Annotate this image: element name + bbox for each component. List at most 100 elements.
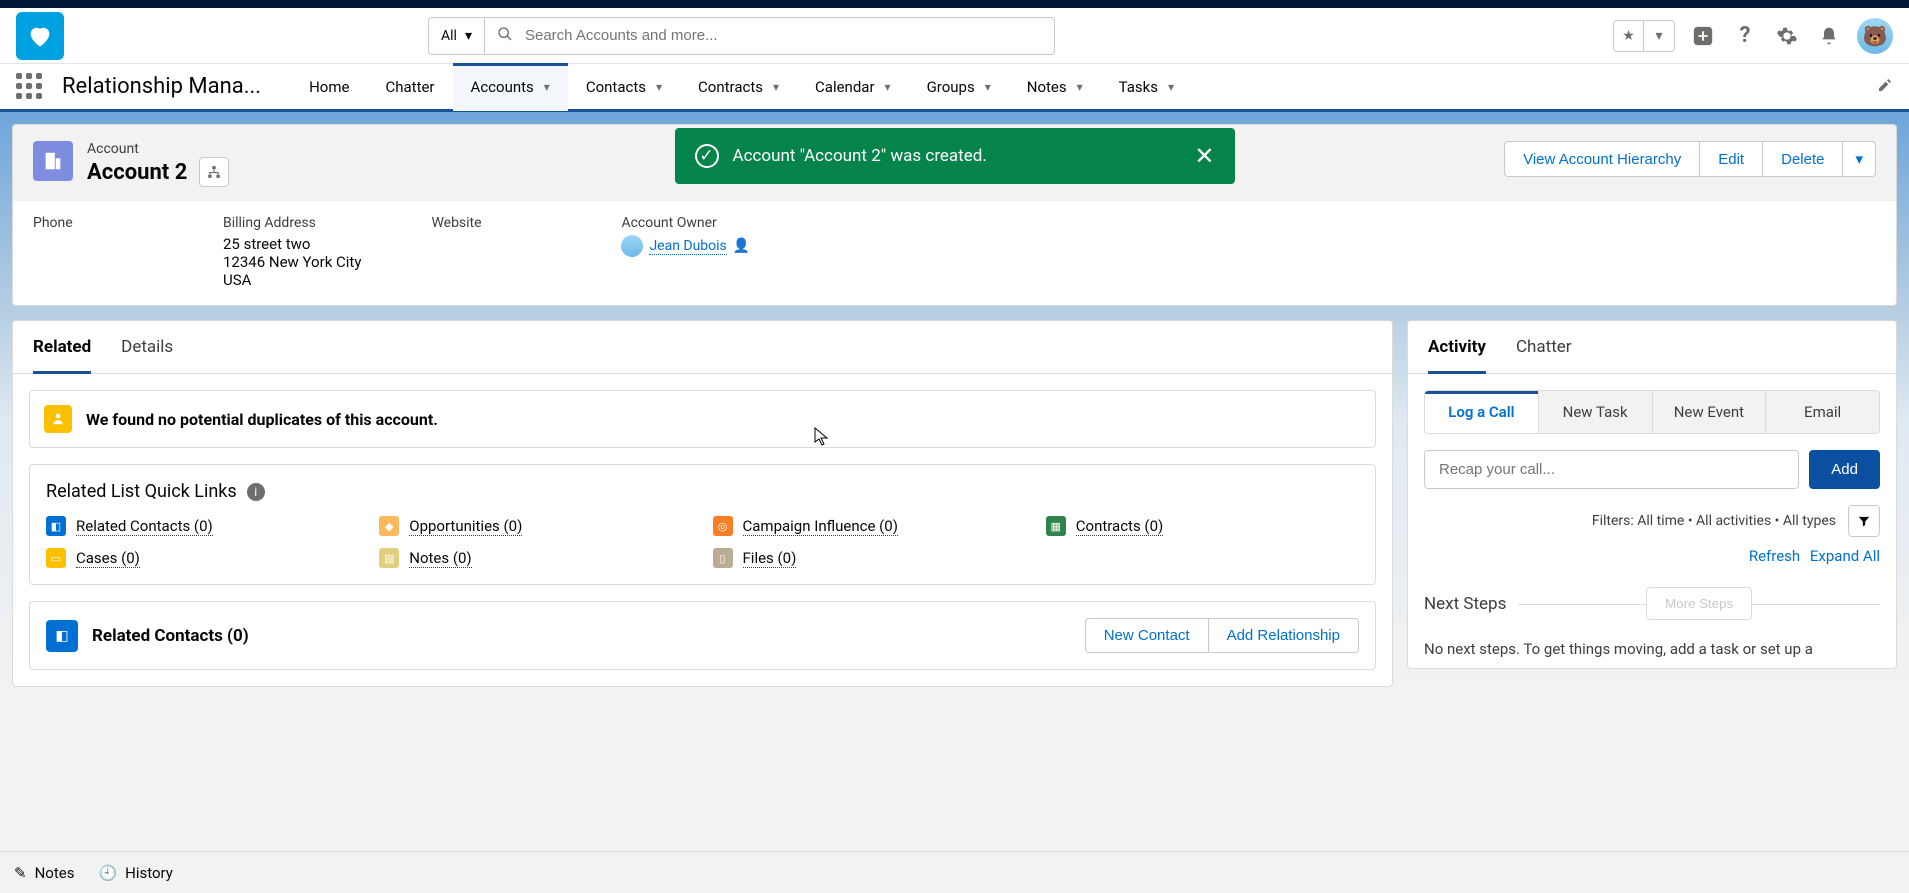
tab-chatter[interactable]: Chatter [1516, 321, 1572, 373]
main-columns: Related Details We found no potential du… [0, 306, 1909, 701]
right-column: Activity Chatter Log a Call New Task New… [1407, 320, 1897, 701]
nav-tab-accounts[interactable]: Accounts▾ [453, 63, 568, 111]
ql-notes[interactable]: ▤Notes (0) [379, 548, 692, 568]
chevron-down-icon: ▾ [773, 80, 779, 94]
nav-tab-contracts[interactable]: Contracts▾ [680, 63, 797, 111]
view-hierarchy-button[interactable]: View Account Hierarchy [1504, 141, 1700, 177]
recap-input[interactable] [1424, 450, 1799, 489]
next-steps-row: Next Steps More Steps [1408, 577, 1896, 630]
nav-tab-tasks[interactable]: Tasks▾ [1101, 63, 1192, 111]
tab-related[interactable]: Related [33, 321, 91, 373]
left-tabs: Related Details [13, 321, 1392, 374]
record-name: Account 2 [87, 160, 187, 185]
contract-icon: ▦ [1046, 516, 1066, 536]
phone-field: Phone [33, 215, 153, 289]
toast-close-button[interactable]: ✕ [1194, 142, 1214, 170]
ql-contracts[interactable]: ▦Contracts (0) [1046, 516, 1359, 536]
act-tab-new-task[interactable]: New Task [1538, 391, 1652, 433]
file-icon: ▯ [713, 548, 733, 568]
related-card: Related Details We found no potential du… [12, 320, 1393, 687]
quick-links-title: Related List Quick Links i [46, 481, 1359, 502]
activity-filter-row: Filters: All time • All activities • All… [1408, 505, 1896, 547]
history-icon: 🕘 [98, 864, 117, 882]
gear-icon[interactable] [1773, 22, 1801, 50]
footer-notes[interactable]: ✎ Notes [14, 864, 74, 882]
edit-button[interactable]: Edit [1700, 141, 1763, 177]
search-icon [497, 26, 513, 46]
owner-link[interactable]: Jean Dubois [649, 238, 726, 255]
next-steps-empty-text: No next steps. To get things moving, add… [1408, 630, 1896, 668]
heart-icon [26, 22, 54, 50]
act-tab-email[interactable]: Email [1765, 391, 1879, 433]
ql-campaign-influence[interactable]: ◎Campaign Influence (0) [713, 516, 1026, 536]
record-actions: View Account Hierarchy Edit Delete ▾ [1504, 141, 1876, 177]
search-box[interactable] [485, 17, 1055, 55]
nav-tab-chatter[interactable]: Chatter [367, 63, 452, 111]
edit-nav-icon[interactable] [1877, 77, 1893, 97]
utility-bar: ✎ Notes 🕘 History [0, 851, 1909, 893]
hierarchy-icon-button[interactable] [199, 157, 229, 187]
activity-card: Activity Chatter Log a Call New Task New… [1407, 320, 1897, 669]
website-field: Website [431, 215, 551, 289]
right-tabs: Activity Chatter [1408, 321, 1896, 374]
more-steps-button[interactable]: More Steps [1646, 587, 1752, 620]
nav-tab-home[interactable]: Home [291, 63, 367, 111]
chevron-down-icon: ▾ [1077, 80, 1083, 94]
change-owner-icon[interactable]: 👤 [733, 238, 750, 254]
more-actions-button[interactable]: ▾ [1843, 141, 1876, 177]
ql-related-contacts[interactable]: ◧Related Contacts (0) [46, 516, 359, 536]
ql-files[interactable]: ▯Files (0) [713, 548, 1026, 568]
ql-cases[interactable]: ▭Cases (0) [46, 548, 359, 568]
owner-avatar [621, 235, 643, 257]
chevron-down-icon: ▾ [656, 80, 662, 94]
tab-activity[interactable]: Activity [1428, 321, 1486, 373]
window-top-bar [0, 0, 1909, 8]
toast-message: Account "Account 2" was created. [733, 146, 987, 166]
ql-opportunities[interactable]: ◆Opportunities (0) [379, 516, 692, 536]
expand-all-link[interactable]: Expand All [1810, 547, 1880, 565]
filter-summary: Filters: All time • All activities • All… [1592, 513, 1836, 529]
app-logo[interactable] [16, 12, 64, 60]
owner-field: Account Owner Jean Dubois 👤 [621, 215, 750, 289]
record-type-label: Account [87, 141, 229, 157]
bell-icon[interactable] [1815, 22, 1843, 50]
quick-links-grid: ◧Related Contacts (0) ◆Opportunities (0)… [46, 516, 1359, 568]
act-tab-new-event[interactable]: New Event [1652, 391, 1766, 433]
related-contacts-title: Related Contacts (0) [92, 626, 249, 646]
billing-address-field: Billing Address 25 street two 12346 New … [223, 215, 361, 289]
refresh-link[interactable]: Refresh [1749, 547, 1800, 565]
info-icon[interactable]: i [247, 483, 265, 501]
new-contact-button[interactable]: New Contact [1085, 618, 1209, 653]
check-icon: ✓ [695, 144, 719, 168]
account-icon [33, 141, 73, 181]
nav-tab-groups[interactable]: Groups▾ [909, 63, 1009, 111]
favorites-button[interactable]: ★ ▾ [1613, 20, 1675, 52]
act-tab-log-call[interactable]: Log a Call [1425, 391, 1538, 433]
search-scope-label: All [441, 28, 457, 44]
search-input[interactable] [525, 27, 1042, 44]
add-relationship-button[interactable]: Add Relationship [1209, 618, 1359, 653]
search-scope-selector[interactable]: All ▾ [428, 17, 485, 55]
related-contacts-actions: New Contact Add Relationship [1085, 618, 1359, 653]
left-column: Related Details We found no potential du… [12, 320, 1393, 701]
nav-tab-notes[interactable]: Notes▾ [1009, 63, 1101, 111]
footer-history[interactable]: 🕘 History [98, 864, 172, 882]
chevron-down-icon: ▾ [465, 28, 472, 44]
nav-tab-calendar[interactable]: Calendar▾ [797, 63, 909, 111]
delete-button[interactable]: Delete [1763, 141, 1843, 177]
tab-details[interactable]: Details [121, 321, 173, 373]
duplicates-card: We found no potential duplicates of this… [29, 390, 1376, 448]
activity-type-tabs: Log a Call New Task New Event Email [1424, 390, 1880, 434]
add-button[interactable] [1689, 22, 1717, 50]
related-contacts-icon: ◧ [46, 620, 78, 652]
filter-icon[interactable] [1848, 505, 1880, 537]
highlight-panel: Phone Billing Address 25 street two 1234… [13, 201, 1896, 305]
user-avatar[interactable]: 🐻 [1857, 18, 1893, 54]
help-icon[interactable]: ? [1731, 22, 1759, 50]
add-call-button[interactable]: Add [1809, 450, 1880, 489]
chevron-down-icon: ▾ [985, 80, 991, 94]
nav-tabs: Home Chatter Accounts▾ Contacts▾ Contrac… [291, 63, 1192, 111]
nav-tab-contacts[interactable]: Contacts▾ [568, 63, 680, 111]
app-launcher-icon[interactable] [16, 73, 44, 101]
notes-icon: ✎ [14, 864, 27, 882]
